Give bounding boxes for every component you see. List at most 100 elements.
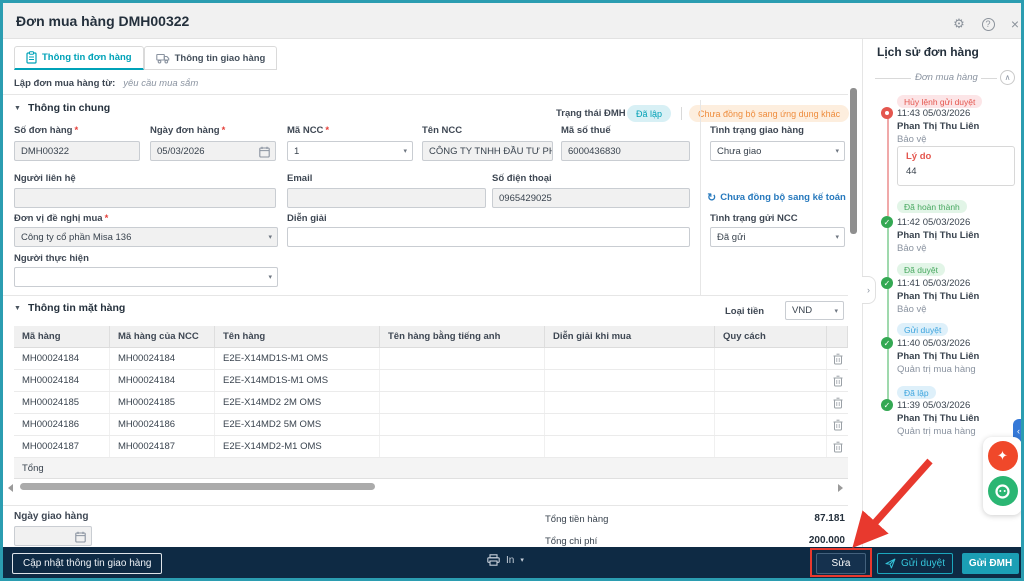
chevron-down-icon[interactable]: ▾	[835, 233, 839, 241]
cell-code[interactable]: MH00024186	[14, 414, 110, 435]
col-header: Tên hàng bằng tiếng anh	[380, 326, 545, 347]
cell-spec[interactable]	[715, 436, 827, 457]
cell-name[interactable]: E2E-X14MD2-M1 OMS	[215, 436, 380, 457]
tab-delivery-info[interactable]: Thông tin giao hàng	[144, 46, 278, 70]
tab-order-info[interactable]: Thông tin đơn hàng	[14, 46, 144, 70]
order-no-field[interactable]: DMH00322	[14, 141, 140, 161]
phone-field[interactable]: 0965429025	[492, 188, 690, 208]
chevron-down-icon[interactable]: ▾	[834, 307, 838, 315]
sidebar-collapse-tab[interactable]: ›	[862, 276, 876, 304]
divider	[700, 100, 701, 295]
cell-supplier-code[interactable]: MH00024187	[110, 436, 215, 457]
cell-purchase-note[interactable]	[545, 392, 715, 413]
cell-supplier-code[interactable]: MH00024186	[110, 414, 215, 435]
cell-supplier-code[interactable]: MH00024185	[110, 392, 215, 413]
support-chat-button[interactable]	[988, 476, 1018, 506]
source-value: yêu cầu mua sắm	[123, 78, 198, 89]
cell-name-en[interactable]	[380, 414, 545, 435]
delete-row-button[interactable]	[827, 414, 848, 435]
table-row[interactable]: MH00024187 MH00024187 E2E-X14MD2-M1 OMS	[14, 436, 848, 458]
table-row[interactable]: MH00024185 MH00024185 E2E-X14MD2 2M OMS	[14, 392, 848, 414]
status-badge: Đã lập	[897, 386, 936, 399]
reason-box: Lý do 44	[897, 146, 1015, 186]
description-field[interactable]	[287, 227, 690, 247]
section-items[interactable]: ▼ Thông tin mặt hàng	[14, 302, 125, 314]
cell-spec[interactable]	[715, 414, 827, 435]
currency-select[interactable]: VND▾	[785, 301, 844, 320]
cell-supplier-code[interactable]: MH00024184	[110, 370, 215, 391]
chevron-down-icon[interactable]: ▾	[403, 147, 407, 155]
email-field[interactable]	[287, 188, 486, 208]
cell-code[interactable]: MH00024187	[14, 436, 110, 457]
update-delivery-button[interactable]: Cập nhật thông tin giao hàng	[12, 553, 162, 574]
tax-code-field[interactable]: 6000436830	[561, 141, 690, 161]
cell-spec[interactable]	[715, 370, 827, 391]
section-general-title: Thông tin chung	[28, 102, 110, 114]
cell-name-en[interactable]	[380, 348, 545, 369]
executor-select[interactable]: ▾	[14, 267, 278, 287]
close-icon[interactable]: ×	[1006, 15, 1024, 33]
cell-name-en[interactable]	[380, 436, 545, 457]
cell-purchase-note[interactable]	[545, 370, 715, 391]
scroll-right-arrow[interactable]	[838, 484, 843, 492]
assistant-button[interactable]: ✦	[988, 441, 1018, 471]
chevron-down-icon[interactable]: ▾	[520, 556, 524, 564]
cell-code[interactable]: MH00024184	[14, 370, 110, 391]
reason-value: 44	[906, 166, 1006, 177]
chat-smiley-icon	[994, 483, 1011, 500]
table-header-row: Mã hàng Mã hàng của NCC Tên hàng Tên hàn…	[14, 326, 848, 348]
section-items-title: Thông tin mặt hàng	[28, 302, 125, 314]
gear-icon[interactable]: ⚙	[950, 15, 968, 33]
cell-code[interactable]: MH00024185	[14, 392, 110, 413]
section-general[interactable]: ▼ Thông tin chung	[14, 102, 110, 114]
sync-icon: ↻	[707, 191, 716, 204]
send-status-select[interactable]: Đã gửi▾	[710, 227, 845, 247]
delete-row-button[interactable]	[827, 348, 848, 369]
buying-unit-label: Đơn vị đề nghị mua*	[14, 213, 108, 224]
cell-spec[interactable]	[715, 348, 827, 369]
cell-name-en[interactable]	[380, 392, 545, 413]
chevron-down-icon[interactable]: ▾	[835, 147, 839, 155]
cell-purchase-note[interactable]	[545, 348, 715, 369]
delete-row-button[interactable]	[827, 392, 848, 413]
table-row[interactable]: MH00024184 MH00024184 E2E-X14MD1S-M1 OMS	[14, 348, 848, 370]
cell-name[interactable]: E2E-X14MD2 5M OMS	[215, 414, 380, 435]
help-icon[interactable]: ?	[979, 15, 997, 33]
timeline-time: 11:42 05/03/2026	[897, 217, 970, 228]
sync-accounting-link[interactable]: ↻ Chưa đồng bộ sang kế toán	[707, 191, 846, 204]
chevron-down-icon[interactable]: ▾	[268, 233, 272, 241]
cell-code[interactable]: MH00024184	[14, 348, 110, 369]
edit-button[interactable]: Sửa	[816, 553, 866, 574]
cell-purchase-note[interactable]	[545, 436, 715, 457]
cell-name[interactable]: E2E-X14MD2 2M OMS	[215, 392, 380, 413]
cell-supplier-code[interactable]: MH00024184	[110, 348, 215, 369]
supplier-code-select[interactable]: 1▾	[287, 141, 413, 161]
cell-purchase-note[interactable]	[545, 414, 715, 435]
send-po-button[interactable]: Gửi ĐMH	[962, 553, 1019, 574]
cell-spec[interactable]	[715, 392, 827, 413]
scroll-left-arrow[interactable]	[8, 484, 13, 492]
chevron-down-icon[interactable]: ▾	[268, 273, 272, 281]
send-approval-button[interactable]: Gửi duyệt	[877, 553, 953, 574]
delivery-status-select[interactable]: Chưa giao▾	[710, 141, 845, 161]
delete-row-button[interactable]	[827, 436, 848, 457]
calendar-icon[interactable]	[259, 146, 270, 158]
order-date-field[interactable]: 05/03/2026	[150, 141, 276, 161]
print-button[interactable]: In ▾	[487, 554, 524, 566]
table-row[interactable]: MH00024184 MH00024184 E2E-X14MD1S-M1 OMS	[14, 370, 848, 392]
source-line: Lập đơn mua hàng từ: yêu cầu mua sắm	[14, 78, 198, 89]
history-collapse-toggle[interactable]: ∧	[1000, 70, 1015, 85]
supplier-name-field[interactable]: CÔNG TY TNHH ĐẦU TƯ PH	[422, 141, 553, 161]
tab-delivery-info-label: Thông tin giao hàng	[175, 53, 266, 64]
vertical-scrollbar[interactable]	[850, 88, 857, 234]
horizontal-scrollbar[interactable]	[20, 483, 375, 490]
contact-field[interactable]	[14, 188, 276, 208]
table-row[interactable]: MH00024186 MH00024186 E2E-X14MD2 5M OMS	[14, 414, 848, 436]
cell-name[interactable]: E2E-X14MD1S-M1 OMS	[215, 348, 380, 369]
calendar-icon[interactable]	[75, 531, 86, 543]
buying-unit-select[interactable]: Công ty cổ phần Misa 136▾	[14, 227, 278, 247]
cell-name-en[interactable]	[380, 370, 545, 391]
delete-row-button[interactable]	[827, 370, 848, 391]
delivery-date-field[interactable]	[14, 526, 92, 546]
cell-name[interactable]: E2E-X14MD1S-M1 OMS	[215, 370, 380, 391]
